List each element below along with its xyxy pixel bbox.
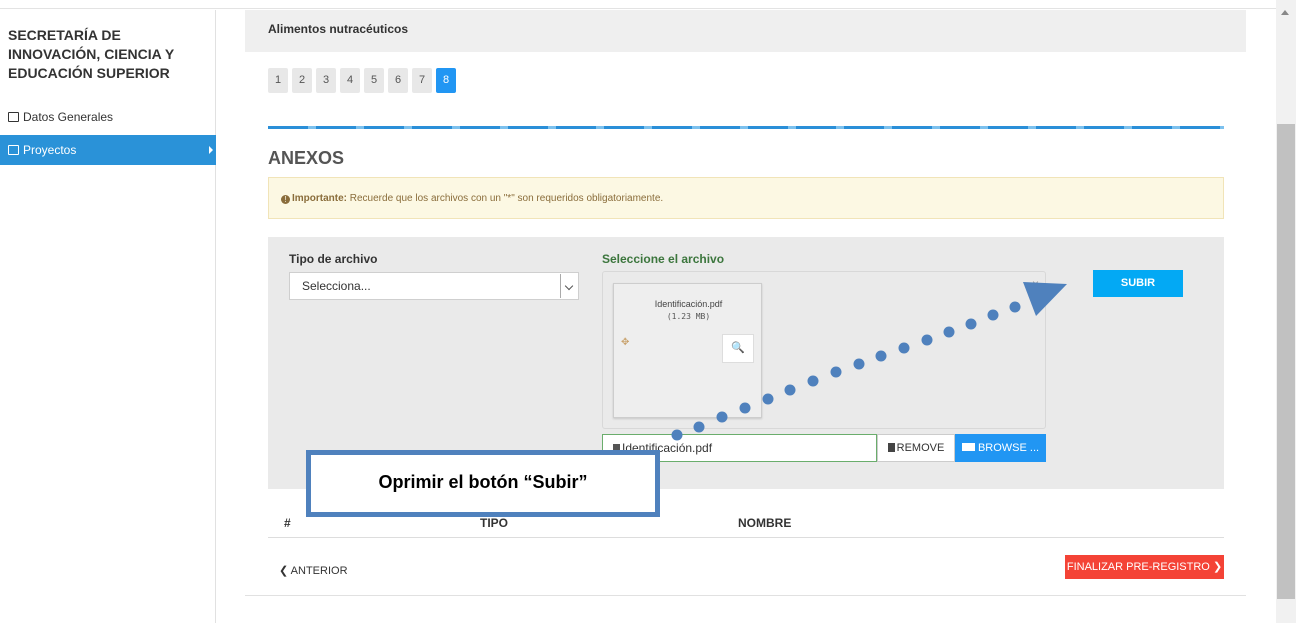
page-2[interactable]: 2: [292, 68, 312, 93]
annotation-text: Oprimir el botón “Subir”: [378, 472, 588, 492]
alert-strong: Importante:: [292, 193, 347, 204]
tipo-archivo-label: Tipo de archivo: [289, 252, 378, 266]
page-3[interactable]: 3: [316, 68, 336, 93]
subir-button[interactable]: SUBIR: [1093, 270, 1183, 297]
tipo-archivo-select[interactable]: Selecciona...: [289, 272, 579, 300]
browse-label: BROWSE ...: [977, 442, 1040, 454]
chevron-down-icon: [560, 274, 577, 298]
sidebar: SECRETARÍA DE INNOVACIÓN, CIENCIA Y EDUC…: [0, 10, 216, 623]
remove-button[interactable]: REMOVE: [877, 434, 955, 462]
page-1[interactable]: 1: [268, 68, 288, 93]
step-pager: 1 2 3 4 5 6 7 8: [268, 68, 456, 93]
zoom-in-icon: 🔍: [731, 342, 745, 354]
page-4[interactable]: 4: [340, 68, 360, 93]
sidebar-item-label: Proyectos: [23, 143, 77, 157]
trash-icon: [887, 443, 895, 452]
annotation-callout: Oprimir el botón “Subir”: [306, 450, 660, 517]
browse-button[interactable]: BROWSE ...: [955, 434, 1046, 462]
top-border: [0, 0, 1296, 9]
sidebar-item-proyectos[interactable]: Proyectos: [0, 135, 216, 165]
seleccione-archivo-label: Seleccione el archivo: [602, 252, 725, 266]
scroll-up-arrow-icon[interactable]: [1281, 10, 1289, 15]
section-title: ANEXOS: [268, 148, 345, 168]
chevron-right-icon: ❯: [1212, 561, 1223, 573]
select-value: Selecciona...: [302, 279, 371, 293]
preview-file-size: (1.23 MB): [666, 312, 711, 321]
column-header-tipo: TIPO: [480, 516, 509, 530]
exclamation-icon: !: [281, 195, 290, 204]
progress-stripe: [268, 126, 1224, 129]
sidebar-item-datos-generales[interactable]: Datos Generales: [0, 102, 216, 132]
zoom-in-button[interactable]: 🔍: [722, 334, 754, 363]
folder-open-icon: [8, 145, 19, 155]
file-preview-card: Identificación.pdf (1.23 MB) ✥ 🔍: [613, 283, 762, 418]
page-8[interactable]: 8: [436, 68, 456, 93]
drag-handle-icon[interactable]: ✥: [621, 337, 629, 348]
close-icon[interactable]: ×: [1032, 277, 1039, 291]
project-title: Alimentos nutracéuticos: [268, 22, 409, 36]
scrollbar-thumb[interactable]: [1277, 124, 1295, 599]
project-header: Alimentos nutracéuticos: [245, 10, 1246, 52]
anterior-label: ANTERIOR: [290, 565, 348, 577]
important-alert: ! Importante: Recuerde que los archivos c…: [268, 177, 1224, 219]
preview-file-name: Identificación.pdf: [654, 299, 723, 309]
caret-right-icon: [209, 146, 213, 154]
page-6[interactable]: 6: [388, 68, 408, 93]
square-icon: [8, 112, 19, 122]
sidebar-title: SECRETARÍA DE INNOVACIÓN, CIENCIA Y EDUC…: [8, 27, 174, 81]
chevron-left-icon: ❮: [279, 565, 289, 577]
divider: [245, 595, 1246, 596]
remove-label: REMOVE: [896, 442, 945, 454]
alert-text: Recuerde que los archivos con un "*" son…: [347, 193, 664, 204]
page-7[interactable]: 7: [412, 68, 432, 93]
folder-open-icon: [961, 443, 975, 451]
sidebar-item-label: Datos Generales: [23, 110, 114, 124]
page-5[interactable]: 5: [364, 68, 384, 93]
anterior-link[interactable]: ❮ ANTERIOR: [279, 564, 348, 577]
column-header-number: #: [284, 516, 291, 530]
finalizar-pre-registro-button[interactable]: FINALIZAR PRE-REGISTRO ❯: [1065, 555, 1224, 579]
finalizar-label: FINALIZAR PRE-REGISTRO: [1066, 561, 1210, 573]
column-header-nombre: NOMBRE: [738, 516, 792, 530]
